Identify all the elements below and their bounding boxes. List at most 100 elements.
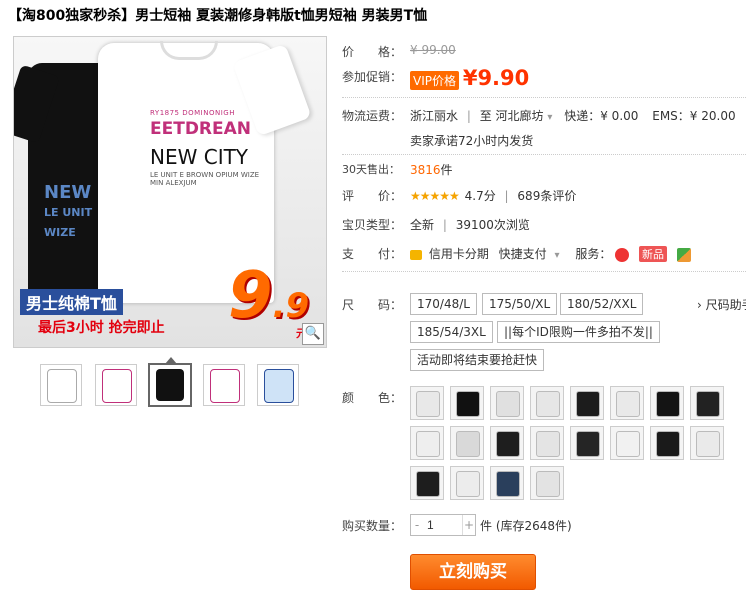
sales-row: 30天售出： 3816件 [342,161,453,177]
tshirt-swatch-image [576,391,600,417]
thumbnail[interactable] [148,363,192,407]
color-swatch[interactable] [690,386,724,420]
divider [342,154,746,155]
size-guide-link[interactable]: › 尺码助手 [697,296,746,313]
print-line: NEW CITY [150,145,249,169]
color-swatch[interactable] [570,426,604,460]
price-row: 价 格： ¥ 99.00 [342,43,456,60]
stock-info: 件 (库存2648件) [480,519,572,533]
size-option[interactable]: 170/48/L [410,293,477,315]
tshirt-swatch-image [576,431,600,457]
condition-value: 全新 [410,218,435,232]
size-option[interactable]: 175/50/XL [482,293,558,315]
type-row: 宝贝类型： 全新 | 39100次浏览 [342,218,530,232]
sales-label: 30天售出： [342,163,400,176]
color-swatch[interactable] [410,426,444,460]
color-swatch[interactable] [610,386,644,420]
promo-label: 参加促销： [342,70,403,84]
promo-price-row: 参加促销： VIP价格 ¥9.90 [342,66,529,90]
promo-price-value: ¥9.90 [462,66,530,90]
tshirt-swatch-image [616,391,640,417]
color-swatch[interactable] [450,426,484,460]
size-option[interactable]: 180/52/XXL [560,293,644,315]
tshirt-swatch-image [696,431,720,457]
promo-title: 男士纯棉T恤 [20,289,123,315]
black-print-line: LE UNIT [44,206,93,219]
shipping-label: 物流运费： [342,109,403,123]
ship-to-select[interactable]: 至 河北廊坊 [480,109,544,123]
promo-subtitle: 最后3小时 抢完即止 [38,320,165,336]
tshirt-swatch-image [616,431,640,457]
rating-label: 评 价： [342,189,403,203]
magnifier-icon[interactable]: 🔍 [302,323,324,345]
color-swatch[interactable] [410,466,444,500]
print-line: LE UNIT E BROWN OPIUM WIZE MIN ALEXJUM [150,171,260,187]
quantity-label: 购买数量： [342,519,403,533]
rating-score: 4.7分 [464,189,496,203]
size-option[interactable]: 185/54/3XL [410,321,493,343]
color-swatch[interactable] [610,426,644,460]
thumbnail[interactable] [95,364,137,406]
ems-fee: EMS：¥ 20.00 [652,109,736,123]
shipping-row: 物流运费： 浙江丽水 | 至 河北廊坊 ▾ 快递：¥ 0.00 EMS：¥ 20… [342,109,736,123]
color-swatch[interactable] [450,466,484,500]
sales-count: 3816 [410,163,441,177]
quantity-input[interactable] [427,515,455,535]
color-swatch[interactable] [410,386,444,420]
tshirt-swatch-image [496,471,520,497]
color-swatch[interactable] [530,466,564,500]
color-swatch[interactable] [650,426,684,460]
thumbnail[interactable] [40,364,82,406]
color-swatch[interactable] [650,386,684,420]
size-option[interactable]: ||每个ID限购一件多拍不发|| [497,321,660,343]
color-swatch[interactable] [530,386,564,420]
promo-price: 9.9 [228,259,310,333]
color-swatch[interactable] [490,466,524,500]
sales-unit: 件 [440,163,453,177]
thumbnail[interactable] [257,364,299,406]
service-label: 服务： [575,247,612,261]
tshirt-swatch-image [656,391,680,417]
new-product-badge: 新品 [639,246,668,262]
size-option[interactable]: 活动即将结束要抢赶快 [410,349,545,371]
divider [342,271,746,272]
divider [342,97,746,98]
quantity-stepper: - + [410,514,476,536]
rating-row: 评 价： ★★★★★ 4.7分 | 689条评价 [342,189,577,203]
chevron-down-icon[interactable]: ▾ [555,250,560,261]
ship-from: 浙江丽水 [410,109,459,123]
express-fee: 快递：¥ 0.00 [564,109,639,123]
review-count-link[interactable]: 689条评价 [517,189,576,203]
payment-label: 支 付： [342,247,403,261]
chevron-down-icon[interactable]: ▾ [547,112,552,123]
increase-button[interactable]: + [462,515,475,535]
guarantee-icon[interactable] [676,247,691,262]
ship-promise: 卖家承诺72小时内发货 [410,134,534,148]
buy-now-button[interactable]: 立刻购买 [410,554,536,590]
color-swatch[interactable] [490,386,524,420]
color-swatch[interactable] [490,426,524,460]
tshirt-swatch-image [456,391,480,417]
vip-badge: VIP价格 [410,71,459,90]
color-swatch[interactable] [690,426,724,460]
main-product-image[interactable]: NEW LE UNIT WIZE RY1875 DOMINONIGH EETDR… [13,36,327,348]
decrease-button[interactable]: - [411,515,423,535]
product-title: 【淘800独家秒杀】男士短袖 夏装潮修身韩版t恤男短袖 男装男T恤 [8,8,428,24]
tshirt-swatch-image [496,391,520,417]
quantity-row: 购买数量： [342,517,406,534]
color-swatch[interactable] [570,386,604,420]
price-label: 价 格： [342,45,403,59]
credit-installment-link[interactable]: 信用卡分期 [429,247,489,261]
tshirt-swatch-image [536,391,560,417]
size-row: 尺 码： [342,296,406,313]
original-price: ¥ 99.00 [410,43,456,57]
tshirt-swatch-image [416,431,440,457]
quick-pay-link[interactable]: 快捷支付 [499,247,547,261]
print-line: EETDREAN [150,119,252,139]
color-swatch[interactable] [450,386,484,420]
seven-day-return-icon[interactable] [615,247,630,262]
tshirt-swatch-image [456,471,480,497]
rating-stars: ★★★★★ [410,189,460,203]
color-swatch[interactable] [530,426,564,460]
thumbnail[interactable] [203,364,245,406]
